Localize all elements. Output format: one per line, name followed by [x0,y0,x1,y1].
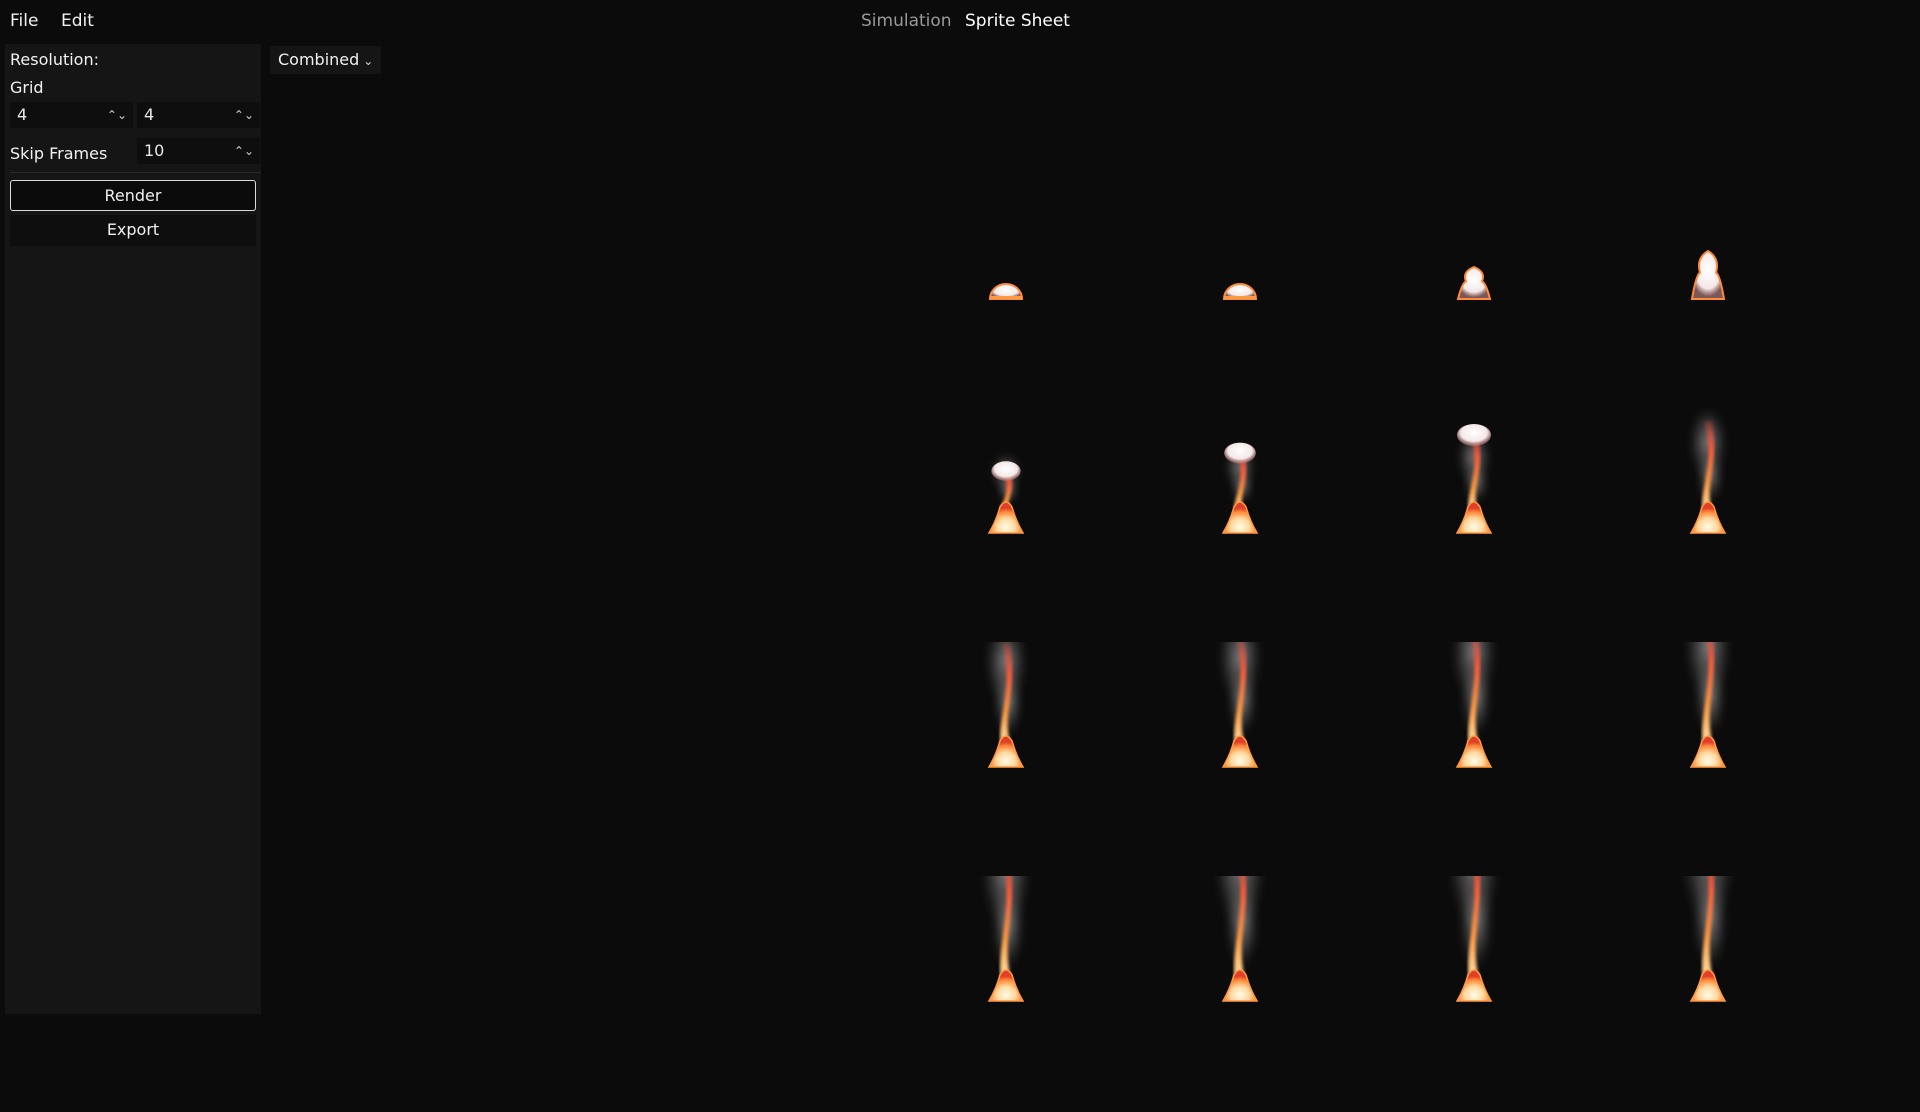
sprite-frame [1424,408,1662,644]
sprite-frame [956,876,1194,1112]
grid-columns-stepper[interactable]: 4 ⌃⌄ [10,102,133,128]
stepper-arrows-icon[interactable]: ⌃⌄ [234,102,254,128]
view-mode-dropdown[interactable]: Combined ⌄ [270,46,382,74]
grid-label: Grid [10,78,44,97]
grid-rows-stepper[interactable]: 4 ⌃⌄ [137,102,260,128]
render-button[interactable]: Render [10,180,256,211]
stepper-arrows-icon[interactable]: ⌃⌄ [234,138,254,164]
settings-sidebar: Resolution: Grid 4 ⌃⌄ 4 ⌃⌄ Skip Frames 1… [5,44,261,1014]
tab-simulation[interactable]: Simulation [861,11,952,31]
sprite-frame [1190,174,1428,410]
sprite-frame [956,642,1194,878]
sprite-frame [1658,174,1896,410]
divider [10,172,261,173]
sprite-frame [956,174,1194,410]
chevron-down-icon: ⌄ [363,54,374,68]
sprite-frame [1424,642,1662,878]
menu-file[interactable]: File [10,11,38,31]
sprite-sheet-grid [956,249,1908,1064]
grid-rows-value: 4 [144,105,155,124]
sprite-frame [1190,408,1428,644]
export-button[interactable]: Export [10,215,256,246]
sprite-frame [1424,174,1662,410]
stepper-arrows-icon[interactable]: ⌃⌄ [107,102,127,128]
sprite-frame [1658,642,1896,878]
sprite-frame [1658,408,1896,644]
tab-sprite-sheet[interactable]: Sprite Sheet [965,11,1070,31]
skip-frames-value: 10 [144,141,165,160]
sprite-frame [1190,876,1428,1112]
skip-frames-label: Skip Frames [10,144,108,163]
menu-bar: File Edit Simulation Sprite Sheet [0,0,1920,44]
view-mode-value: Combined [278,50,360,69]
sprite-frame [956,408,1194,644]
sprite-viewer: Combined ⌄ [266,44,1920,1020]
sprite-frame [1658,876,1896,1112]
skip-frames-stepper[interactable]: 10 ⌃⌄ [137,138,260,164]
sprite-frame [1190,642,1428,878]
resolution-label: Resolution: [10,50,99,69]
menu-edit[interactable]: Edit [61,11,94,31]
sprite-frame [1424,876,1662,1112]
grid-columns-value: 4 [17,105,28,124]
